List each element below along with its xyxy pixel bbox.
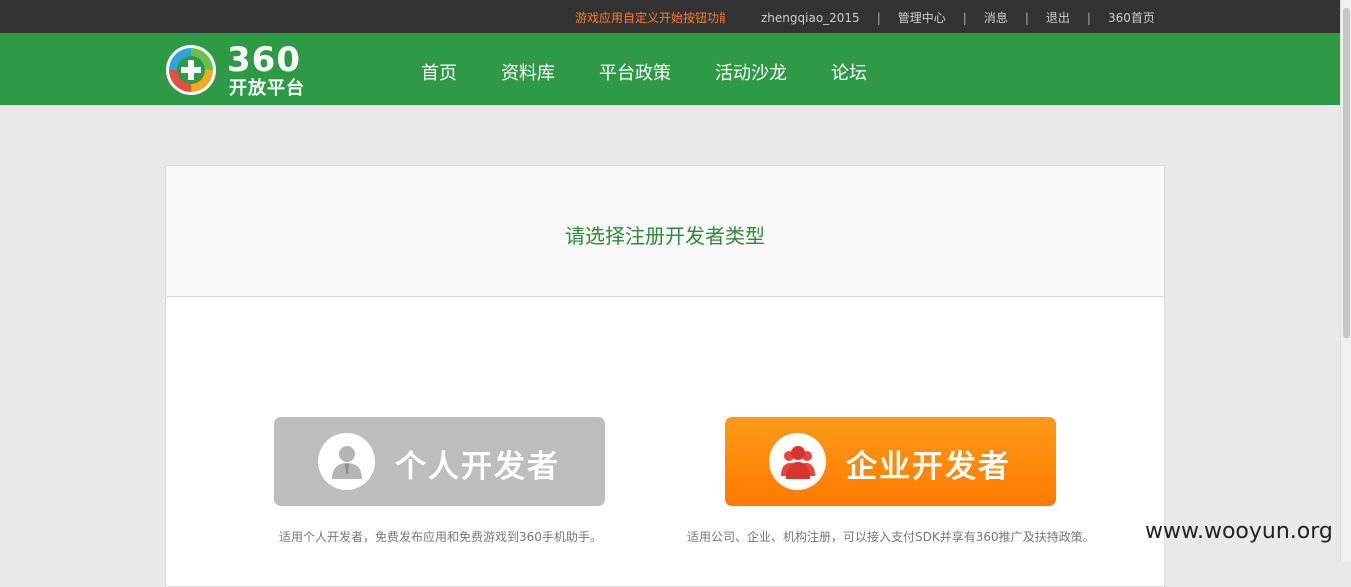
separator: | (1086, 11, 1091, 25)
personal-developer-button[interactable]: 个人开发者 (274, 417, 605, 506)
admin-center-link[interactable]: 管理中心 (898, 11, 946, 25)
person-icon (318, 433, 375, 490)
company-developer-label: 企业开发者 (846, 449, 1011, 485)
nav-salon[interactable]: 活动沙龙 (715, 59, 787, 85)
logo[interactable]: 360 开放平台 (165, 40, 340, 99)
company-developer-desc: 适用公司、企业、机构注册，可以接入支付SDK并享有360推广及扶持政策。 (687, 530, 1095, 544)
top-bar: 游戏应用自定义开始按钮功能 zhengqiao_2015 | 管理中心 | 消息 | 退出 |… (0, 0, 1340, 33)
register-type-card: 请选择注册开发者类型 个人开发者 企业开发者 适用个人开发者，免费发布应用和免费… (165, 165, 1165, 587)
watermark: www.wooyun.org (1145, 519, 1333, 544)
separator: | (1024, 11, 1029, 25)
personal-developer-desc: 适用个人开发者，免费发布应用和免费游戏到360手机助手。 (279, 530, 602, 544)
nav-forum[interactable]: 论坛 (831, 59, 867, 85)
logo-plus-icon (166, 45, 216, 95)
company-developer-button[interactable]: 企业开发者 (725, 417, 1056, 506)
personal-developer-label: 个人开发者 (395, 449, 560, 485)
group-icon (769, 433, 826, 490)
nav-library[interactable]: 资料库 (501, 59, 555, 85)
nav-policy[interactable]: 平台政策 (599, 59, 671, 85)
user-links: zhengqiao_2015 | 管理中心 | 消息 | 退出 | 360首页 (761, 9, 1155, 26)
notice-link[interactable]: 游戏应用自定义开始按钮功能 (575, 9, 725, 25)
username-link[interactable]: zhengqiao_2015 (761, 11, 860, 25)
separator: | (876, 11, 881, 25)
messages-link[interactable]: 消息 (984, 11, 1008, 25)
page-scrollbar[interactable] (1340, 0, 1351, 562)
card-header: 请选择注册开发者类型 (166, 166, 1164, 297)
logout-link[interactable]: 退出 (1046, 11, 1070, 25)
separator: | (962, 11, 967, 25)
logo-text: 开放平台 (229, 78, 305, 99)
home-360-link[interactable]: 360首页 (1108, 11, 1155, 25)
page-title: 请选择注册开发者类型 (565, 224, 765, 248)
nav-home[interactable]: 首页 (421, 59, 457, 85)
scrollbar-thumb[interactable] (1343, 8, 1350, 338)
main-nav: 首页 资料库 平台政策 活动沙龙 论坛 (421, 59, 911, 85)
main-header: 360 开放平台 首页 资料库 平台政策 活动沙龙 论坛 (0, 33, 1340, 105)
